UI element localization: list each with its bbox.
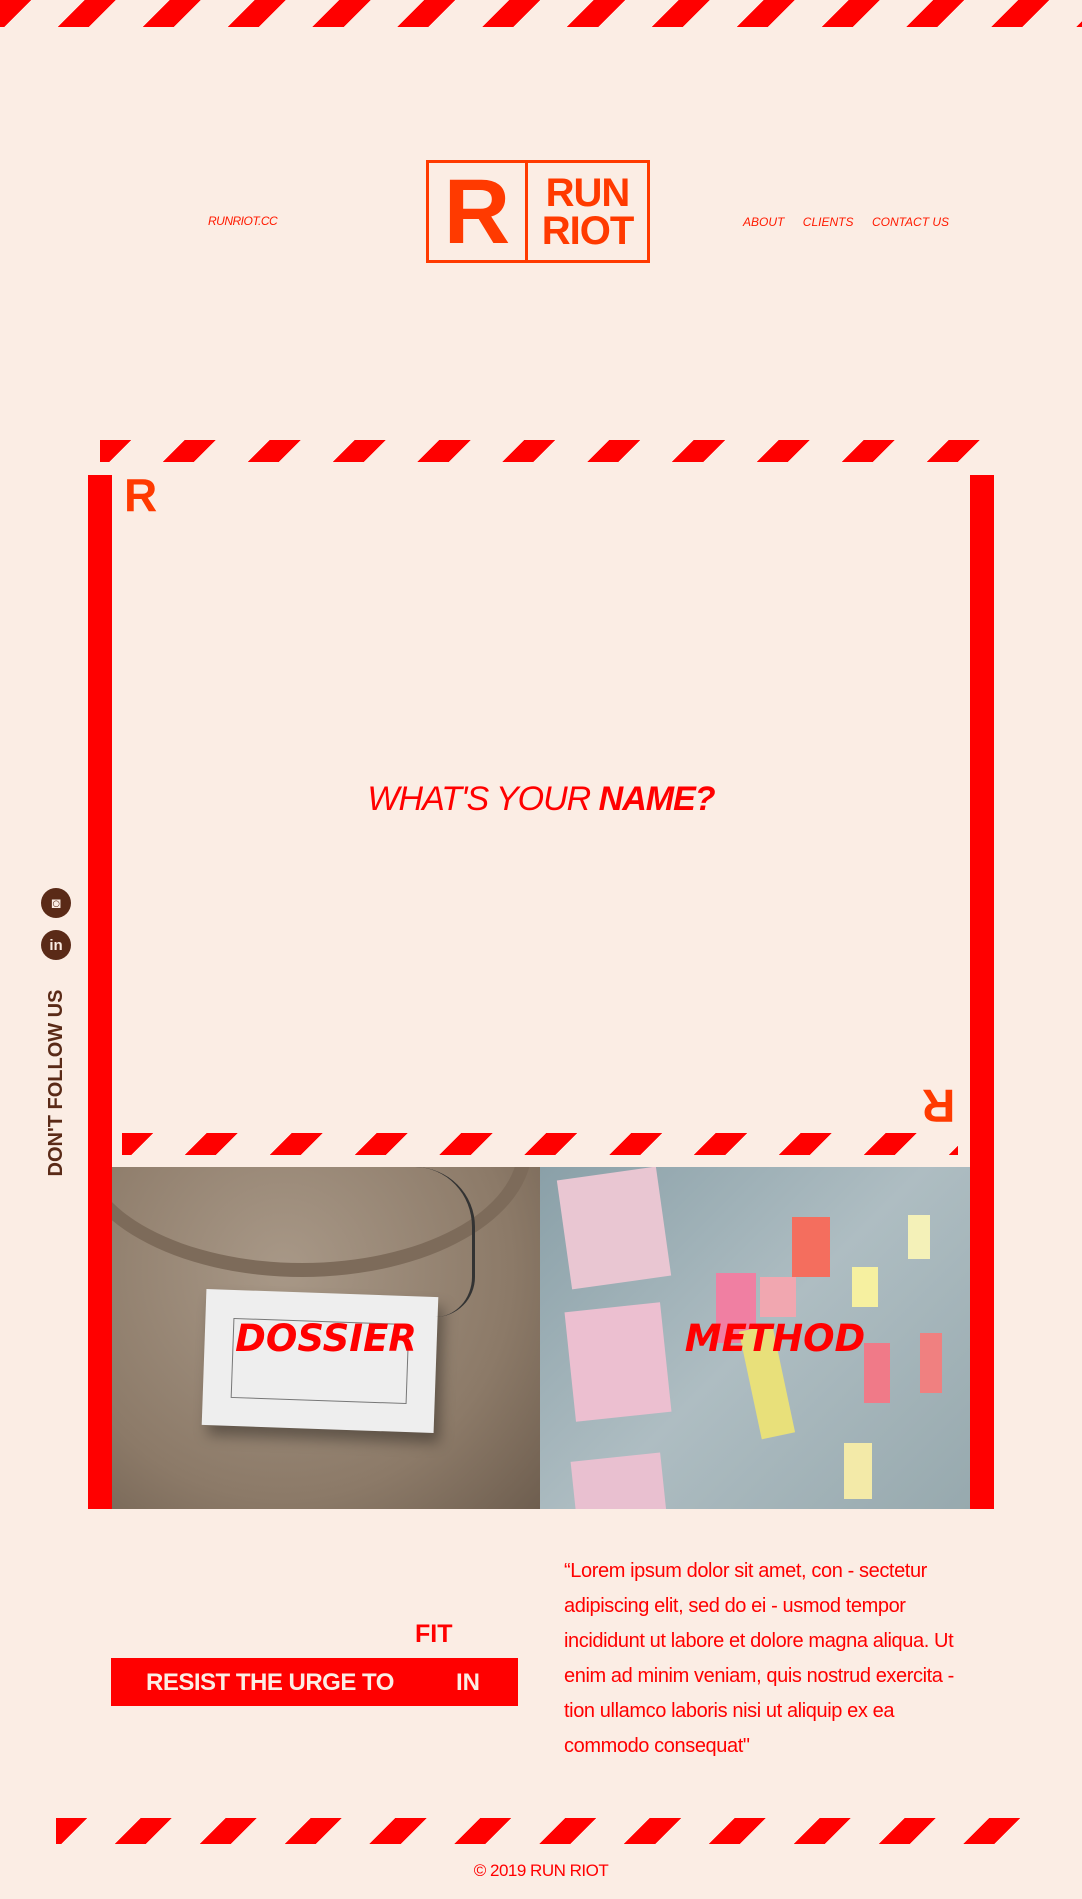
sticky-note-8 <box>852 1267 878 1307</box>
sticky-note-7 <box>792 1217 830 1277</box>
corner-r-mark-top: R <box>124 469 158 521</box>
sticky-note-3 <box>570 1452 668 1509</box>
nav-clients[interactable]: CLIENTS <box>803 215 854 229</box>
frame-inner-stripe <box>122 1133 958 1155</box>
sticky-note-10 <box>844 1443 872 1499</box>
sticky-note-12 <box>920 1333 942 1393</box>
nav-contact-us[interactable]: CONTACT US <box>872 215 949 229</box>
corner-r-mark-bottom: R <box>922 1080 956 1132</box>
headline-light: WHAT'S YOUR <box>367 780 599 818</box>
footer-copyright: © 2019 RUN RIOT <box>473 1861 609 1880</box>
frame-left-bar <box>88 475 112 1509</box>
sticky-note-1 <box>556 1167 672 1290</box>
logo-line-run: RUN <box>545 170 631 215</box>
logo-line-riot: RIOT <box>541 208 635 253</box>
card-dossier[interactable]: DOSSIER <box>112 1167 540 1509</box>
logo[interactable]: R RUN RIOT <box>426 160 650 263</box>
frame-right-bar <box>970 475 994 1509</box>
card-label-method: METHOD <box>684 1316 866 1360</box>
card-method[interactable]: METHOD <box>540 1167 970 1509</box>
dont-follow-us-text: DON'T FOLLOW US <box>45 989 67 1177</box>
linkedin-icon[interactable]: in <box>41 930 71 960</box>
nav-about[interactable]: ABOUT <box>743 215 784 229</box>
main-nav: ABOUT CLIENTS CONTACT US <box>730 213 952 231</box>
resist-word-fit: FIT <box>415 1620 453 1648</box>
tag-card-shape <box>201 1288 439 1434</box>
logo-r-mark: R <box>429 163 528 260</box>
top-stripe-border <box>0 0 1082 27</box>
card-label-dossier: DOSSIER <box>235 1316 417 1360</box>
resist-banner: RESIST THE URGE TO IN <box>111 1658 518 1706</box>
instagram-icon[interactable]: ◙ <box>41 888 71 918</box>
hero-headline: WHAT'S YOUR NAME? <box>112 780 970 819</box>
logo-wordmark: RUN RIOT <box>528 163 647 260</box>
sticky-note-5 <box>760 1277 796 1317</box>
sticky-note-2 <box>564 1302 672 1422</box>
headline-bold: NAME? <box>598 780 716 818</box>
site-url-link[interactable]: RUNRIOT.CC <box>208 214 278 228</box>
frame-top-stripe <box>100 440 982 462</box>
quote-text: “Lorem ipsum dolor sit amet, con - secte… <box>564 1560 954 1757</box>
footer-stripe <box>56 1818 1024 1844</box>
resist-line-prefix: RESIST THE URGE TO <box>146 1669 394 1696</box>
sticky-note-9 <box>864 1343 890 1403</box>
sticky-note-11 <box>908 1215 930 1259</box>
resist-word-in: IN <box>456 1669 480 1696</box>
